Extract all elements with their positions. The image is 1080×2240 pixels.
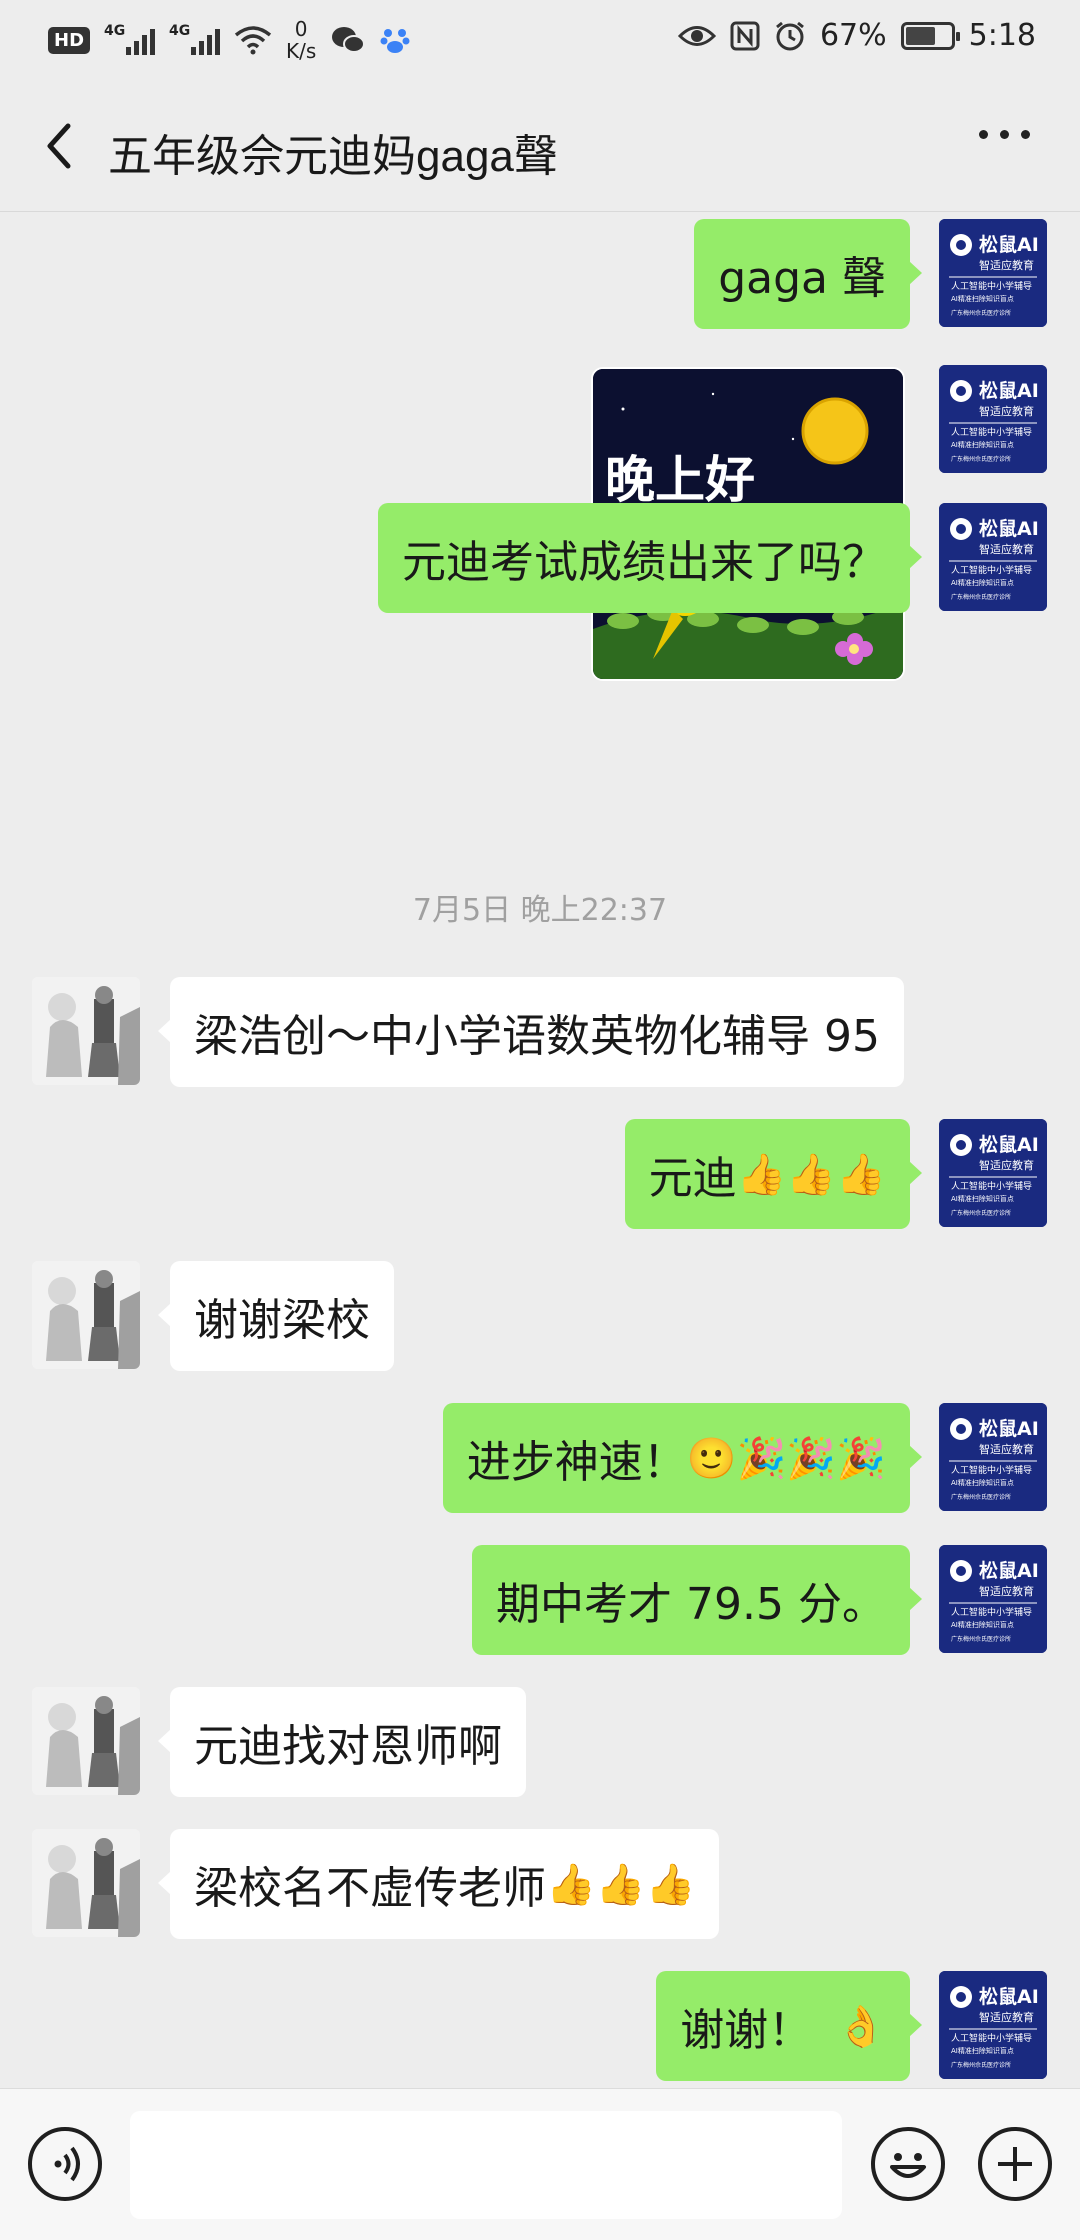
svg-text:松鼠AI: 松鼠AI xyxy=(979,1417,1039,1440)
my-avatar[interactable]: 松鼠AI 智适应教育人工智能中小学辅导 AI精准扫除知识盲点 广东梅州佘氏医疗诊所 xyxy=(939,1403,1047,1511)
svg-text:智适应教育: 智适应教育 xyxy=(979,542,1034,556)
message-list[interactable]: 松鼠AI 智适应教育 人工智能中小学辅导 AI精准扫除知识盲点 广东梅州佘氏医疗诊所 g… xyxy=(0,213,1080,2088)
svg-text:广东梅州佘氏医疗诊所: 广东梅州佘氏医疗诊所 xyxy=(951,2061,1011,2069)
svg-text:松鼠AI: 松鼠AI xyxy=(979,1133,1039,1156)
message-outgoing[interactable]: 元迪 👍👍👍 xyxy=(624,1119,923,1229)
svg-text:松鼠AI: 松鼠AI xyxy=(979,1985,1039,2008)
svg-text:人工智能中小学辅导: 人工智能中小学辅导 xyxy=(951,426,1032,438)
party-popper-icon: 🙂🎉🎉🎉 xyxy=(686,1435,886,1482)
voice-icon[interactable] xyxy=(28,2127,102,2201)
my-avatar[interactable]: 松鼠AI 智适应教育人工智能中小学辅导 AI精准扫除知识盲点 广东梅州佘氏医疗诊所 xyxy=(939,1971,1047,2079)
message-outgoing[interactable]: gaga 聲 xyxy=(694,219,922,329)
plus-icon[interactable] xyxy=(978,2127,1052,2201)
svg-text:AI精准扫除知识盲点: AI精准扫除知识盲点 xyxy=(951,1194,1014,1203)
battery-percent: 67% xyxy=(819,18,887,53)
chevron-left-icon[interactable] xyxy=(34,116,84,176)
message-input[interactable] xyxy=(130,2111,842,2219)
my-avatar[interactable]: 松鼠AI 智适应教育人工智能中小学辅导 AI精准扫除知识盲点 广东梅州佘氏医疗诊所 xyxy=(939,503,1047,611)
alarm-icon xyxy=(776,21,804,50)
contact-avatar[interactable] xyxy=(32,1261,140,1369)
baidu-paw-icon xyxy=(380,29,410,53)
svg-text:智适应教育: 智适应教育 xyxy=(979,2010,1034,2024)
thumbs-up-icon: 👍👍👍 xyxy=(736,1151,886,1198)
svg-text:AI精准扫除知识盲点: AI精准扫除知识盲点 xyxy=(951,578,1014,587)
battery-icon xyxy=(900,21,960,50)
message-incoming[interactable]: 元迪找对恩师啊 xyxy=(158,1687,526,1797)
contact-avatar[interactable] xyxy=(32,977,140,1085)
svg-text:松鼠AI: 松鼠AI xyxy=(979,379,1039,402)
wechat-icon xyxy=(332,27,366,53)
svg-text:广东梅州佘氏医疗诊所: 广东梅州佘氏医疗诊所 xyxy=(951,309,1011,317)
svg-text:人工智能中小学辅导: 人工智能中小学辅导 xyxy=(951,2032,1032,2044)
message-timestamp: 7月5日 晚上22:37 xyxy=(412,893,668,928)
signal-icon-2: 4G xyxy=(169,23,221,55)
my-avatar[interactable]: 松鼠AI 智适应教育人工智能中小学辅导 AI精准扫除知识盲点 广东梅州佘氏医疗诊所 xyxy=(939,1545,1047,1653)
sticker-text: 晚上好 xyxy=(605,450,755,509)
chat-title: 五年级佘元迪妈gaga聲 xyxy=(108,132,558,181)
svg-text:AI精准扫除知识盲点: AI精准扫除知识盲点 xyxy=(951,440,1014,449)
svg-text:人工智能中小学辅导: 人工智能中小学辅导 xyxy=(951,1464,1032,1476)
my-avatar[interactable]: 松鼠AI 智适应教育人工智能中小学辅导 AI精准扫除知识盲点 广东梅州佘氏医疗诊所 xyxy=(939,1119,1047,1227)
svg-text:松鼠AI: 松鼠AI xyxy=(979,1559,1039,1582)
more-dots-icon[interactable] xyxy=(979,130,1030,139)
svg-text:AI精准扫除知识盲点: AI精准扫除知识盲点 xyxy=(951,1478,1014,1487)
svg-text:智适应教育: 智适应教育 xyxy=(979,1442,1034,1456)
svg-text:广东梅州佘氏医疗诊所: 广东梅州佘氏医疗诊所 xyxy=(951,455,1011,463)
svg-text:广东梅州佘氏医疗诊所: 广东梅州佘氏医疗诊所 xyxy=(951,1209,1011,1217)
thumbs-up-icon: 👍👍👍 xyxy=(546,1861,696,1908)
my-avatar[interactable]: 松鼠AI 智适应教育人工智能中小学辅导 AI精准扫除知识盲点 广东梅州佘氏医疗诊所 xyxy=(939,365,1047,473)
svg-text:松鼠AI: 松鼠AI xyxy=(979,517,1039,540)
message-incoming[interactable]: 梁浩创～中小学语数英物化辅导 95 xyxy=(158,977,904,1087)
svg-text:智适应教育: 智适应教育 xyxy=(979,1158,1034,1172)
svg-text:人工智能中小学辅导: 人工智能中小学辅导 xyxy=(951,1606,1032,1618)
wifi-icon xyxy=(234,26,272,55)
chat-header: 五年级佘元迪妈gaga聲 xyxy=(0,80,1080,212)
svg-text:广东梅州佘氏医疗诊所: 广东梅州佘氏医疗诊所 xyxy=(951,1635,1011,1643)
message-incoming[interactable]: 梁校名不虚传老师 👍👍👍 xyxy=(157,1829,720,1939)
svg-text:广东梅州佘氏医疗诊所: 广东梅州佘氏医疗诊所 xyxy=(951,1493,1011,1501)
ok-hand-icon: 👌 xyxy=(836,2003,886,2050)
my-avatar[interactable]: 松鼠AI 智适应教育人工智能中小学辅导 AI精准扫除知识盲点 广东梅州佘氏医疗诊所 xyxy=(939,219,1047,327)
hd-indicator: HD xyxy=(48,26,91,54)
clock-time: 5:18 xyxy=(968,18,1036,53)
message-incoming[interactable]: 谢谢梁校 xyxy=(158,1261,394,1371)
eye-icon xyxy=(677,25,716,46)
svg-text:人工智能中小学辅导: 人工智能中小学辅导 xyxy=(951,1180,1032,1192)
network-speed: 0 K/s xyxy=(286,17,317,63)
message-outgoing[interactable]: 谢谢！ 👌 xyxy=(656,1971,922,2081)
svg-text:智适应教育: 智适应教育 xyxy=(979,1584,1034,1598)
contact-avatar[interactable] xyxy=(32,1829,140,1937)
svg-text:人工智能中小学辅导: 人工智能中小学辅导 xyxy=(951,564,1032,576)
contact-avatar[interactable] xyxy=(32,1687,140,1795)
message-outgoing[interactable]: 进步神速！ 🙂🎉🎉🎉 xyxy=(442,1403,923,1513)
svg-text:智适应教育: 智适应教育 xyxy=(979,404,1034,418)
svg-text:人工智能中小学辅导: 人工智能中小学辅导 xyxy=(951,280,1032,292)
nfc-icon xyxy=(730,21,760,50)
svg-text:AI精准扫除知识盲点: AI精准扫除知识盲点 xyxy=(951,2046,1014,2055)
svg-text:智适应教育: 智适应教育 xyxy=(979,258,1034,272)
emoji-icon[interactable] xyxy=(871,2127,945,2201)
input-bar xyxy=(0,2088,1080,2240)
status-bar: HD 4G 4G 0 K/s 67% 5:18 xyxy=(0,0,1080,80)
svg-text:松鼠AI: 松鼠AI xyxy=(979,233,1039,256)
svg-text:广东梅州佘氏医疗诊所: 广东梅州佘氏医疗诊所 xyxy=(951,593,1011,601)
svg-text:AI精准扫除知识盲点: AI精准扫除知识盲点 xyxy=(951,294,1014,303)
signal-icon-1: 4G xyxy=(104,23,156,55)
message-outgoing[interactable]: 元迪考试成绩出来了吗？ xyxy=(378,503,922,613)
message-outgoing[interactable]: 期中考才 79.5 分。 xyxy=(472,1545,922,1655)
svg-text:AI精准扫除知识盲点: AI精准扫除知识盲点 xyxy=(951,1620,1014,1629)
